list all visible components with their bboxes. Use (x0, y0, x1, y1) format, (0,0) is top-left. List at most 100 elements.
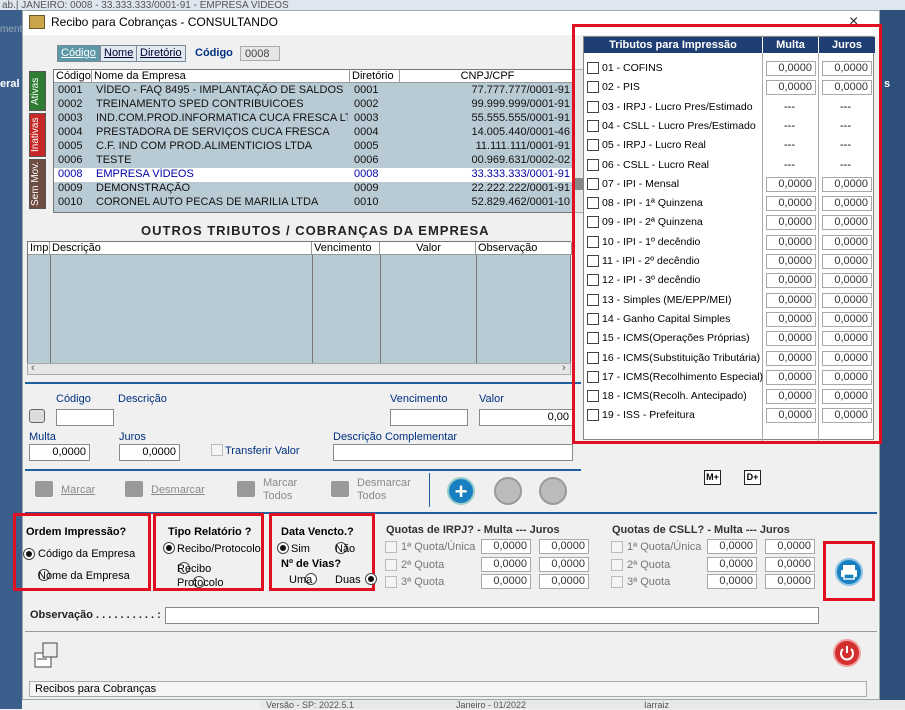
company-row[interactable]: 0010 CORONEL AUTO PECAS DE MARILIA LTDA 00… (54, 196, 572, 210)
marcar-button[interactable]: Marcar (61, 484, 95, 496)
tributo-row[interactable]: 11 - IPI - 2º decêndio 0,0000 0,0000 (584, 252, 874, 271)
tributo-juros[interactable]: 0,0000 (822, 292, 872, 308)
power-button[interactable] (833, 639, 861, 667)
tributo-row[interactable]: 08 - IPI - 1ª Quinzena 0,0000 0,0000 (584, 194, 874, 213)
vencto-radio-sim[interactable] (277, 542, 289, 554)
tributo-row[interactable]: 06 - CSLL - Lucro Real --- --- (584, 156, 874, 175)
m-plus-button[interactable]: M+ (704, 470, 721, 485)
tributo-multa[interactable]: 0,0000 (766, 215, 816, 231)
company-row[interactable]: 0004 PRESTADORA DE SERVIÇOS CUCA FRESCA 00… (54, 126, 572, 140)
tributo-checkbox[interactable] (587, 197, 599, 210)
csll-quota-juros[interactable]: 0,0000 (765, 574, 815, 589)
irpj-quota-checkbox[interactable] (385, 576, 397, 588)
tributo-juros[interactable]: 0,0000 (822, 196, 872, 212)
tributo-juros[interactable]: 0,0000 (822, 80, 872, 96)
tributo-multa[interactable]: 0,0000 (766, 254, 816, 269)
d-plus-button[interactable]: D+ (744, 470, 761, 485)
col-header-diretorio[interactable]: Diretório (350, 70, 400, 83)
tributo-multa[interactable]: 0,0000 (766, 234, 816, 250)
tributo-multa[interactable]: 0,0000 (766, 80, 816, 96)
marcar-todos-button[interactable]: Marcar Todos (263, 477, 297, 503)
outros-col-observacao[interactable]: Observação (476, 242, 572, 255)
col-header-cnpj[interactable]: CNPJ/CPF (400, 70, 574, 83)
tab-codigo[interactable]: Código (57, 45, 100, 62)
csll-quota-multa[interactable]: 0,0000 (707, 556, 757, 572)
tributo-row[interactable]: 19 - ISS - Prefeitura 0,0000 0,0000 (584, 406, 874, 425)
company-row[interactable]: 0005 C.F. IND COM PROD.ALIMENTICIOS LTDA 0… (54, 140, 572, 154)
exit-icon[interactable] (31, 639, 63, 671)
irpj-quota-checkbox[interactable] (385, 558, 397, 571)
tributo-checkbox[interactable] (587, 332, 599, 345)
csll-quota-checkbox[interactable] (611, 576, 623, 588)
company-row[interactable]: 0002 TREINAMENTO SPED CONTRIBUICOES 0002 99… (54, 98, 572, 112)
csll-quota-multa[interactable]: 0,0000 (707, 574, 757, 589)
tab-diretorio[interactable]: Diretório (136, 45, 186, 62)
tributo-checkbox[interactable] (587, 158, 599, 171)
side-tab-inativas[interactable]: Inativas (29, 113, 46, 157)
company-grid[interactable]: Código Nome da Empresa Diretório CNPJ/CP… (53, 69, 574, 213)
tributo-row[interactable]: 04 - CSLL - Lucro Pres/Estimado --- --- (584, 117, 874, 136)
tributo-multa[interactable]: 0,0000 (766, 176, 816, 192)
tributo-juros[interactable]: 0,0000 (822, 350, 872, 366)
tributo-multa[interactable]: 0,0000 (766, 369, 816, 385)
outros-hscrollbar[interactable]: ‹ › (27, 362, 571, 375)
tributo-juros[interactable]: 0,0000 (822, 234, 872, 250)
tributo-juros[interactable]: 0,0000 (822, 254, 872, 269)
add-button[interactable]: + (447, 477, 475, 505)
col-header-nome[interactable]: Nome da Empresa (92, 70, 350, 83)
observacao-input[interactable] (165, 607, 819, 624)
tributo-juros[interactable]: 0,0000 (822, 311, 872, 327)
scroll-right-icon[interactable]: › (562, 362, 566, 374)
tributo-checkbox[interactable] (587, 274, 599, 287)
irpj-quota-checkbox[interactable] (385, 541, 397, 553)
tributo-juros[interactable]: 0,0000 (822, 273, 872, 289)
transferir-checkbox[interactable] (211, 444, 223, 456)
tributo-checkbox[interactable] (587, 119, 599, 132)
tributo-row[interactable]: 05 - IRPJ - Lucro Real --- --- (584, 136, 874, 155)
tributo-row[interactable]: 17 - ICMS(Recolhimento Especial) 0,0000 0,… (584, 368, 874, 387)
tributo-multa[interactable]: 0,0000 (766, 311, 816, 327)
irpj-quota-multa[interactable]: 0,0000 (481, 539, 531, 554)
company-row[interactable]: 0001 VÍDEO - FAQ 8495 - IMPLANTAÇÃO DE SA… (54, 84, 572, 98)
tributo-row[interactable]: 10 - IPI - 1º decêndio 0,0000 0,0000 (584, 233, 874, 252)
tributo-multa[interactable]: 0,0000 (766, 61, 816, 76)
tributo-row[interactable]: 03 - IRPJ - Lucro Pres/Estimado --- --- (584, 98, 874, 117)
outros-col-descricao[interactable]: Descrição (50, 242, 312, 255)
irpj-quota-juros[interactable]: 0,0000 (539, 556, 589, 572)
outros-col-vencimento[interactable]: Vencimento (312, 242, 380, 255)
csll-quota-checkbox[interactable] (611, 558, 623, 571)
tributo-row[interactable]: 09 - IPI - 2ª Quinzena 0,0000 0,0000 (584, 213, 874, 232)
tributo-checkbox[interactable] (587, 390, 599, 403)
form-codigo-input[interactable] (56, 409, 114, 426)
irpj-quota-multa[interactable]: 0,0000 (481, 556, 531, 572)
form-juros-input[interactable]: 0,0000 (119, 444, 180, 461)
outros-col-valor[interactable]: Valor (380, 242, 476, 255)
side-tab-ativas[interactable]: Ativas (29, 71, 46, 111)
tributo-juros[interactable]: 0,0000 (822, 331, 872, 347)
tributo-multa[interactable]: 0,0000 (766, 196, 816, 212)
tributo-checkbox[interactable] (587, 216, 599, 229)
company-row[interactable]: 0006 TESTE 0006 00.969.631/0002-02 (54, 154, 572, 168)
tributo-multa[interactable]: 0,0000 (766, 389, 816, 405)
desmarcar-button[interactable]: Desmarcar (151, 484, 205, 496)
tributo-checkbox[interactable] (587, 409, 599, 422)
tributo-row[interactable]: 14 - Ganho Capital Simples 0,0000 0,0000 (584, 310, 874, 329)
company-row[interactable]: 0008 EMPRESA VÍDEOS 0008 33.333.333/0001-91 (54, 168, 572, 182)
company-row[interactable]: 0009 DEMONSTRAÇÃO 0009 22.222.222/0001-91 (54, 182, 572, 196)
tributo-row[interactable]: 12 - IPI - 3º decêndio 0,0000 0,0000 (584, 271, 874, 290)
tributo-row[interactable]: 02 - PIS 0,0000 0,0000 (584, 78, 874, 97)
tributo-juros[interactable]: 0,0000 (822, 176, 872, 192)
tributo-juros[interactable]: 0,0000 (822, 215, 872, 231)
tributo-checkbox[interactable] (587, 62, 599, 74)
print-button[interactable] (835, 558, 863, 586)
col-header-codigo[interactable]: Código (54, 70, 92, 83)
scroll-left-icon[interactable]: ‹ (31, 362, 35, 374)
tributo-multa[interactable]: 0,0000 (766, 292, 816, 308)
desc-comp-input[interactable] (333, 444, 573, 461)
attach-icon[interactable] (29, 409, 45, 423)
tributo-juros[interactable]: 0,0000 (822, 408, 872, 424)
tributo-juros[interactable]: 0,0000 (822, 389, 872, 405)
csll-quota-juros[interactable]: 0,0000 (765, 556, 815, 572)
disabled-action-button-1[interactable] (494, 477, 522, 505)
tab-nome[interactable]: Nome (100, 45, 138, 62)
